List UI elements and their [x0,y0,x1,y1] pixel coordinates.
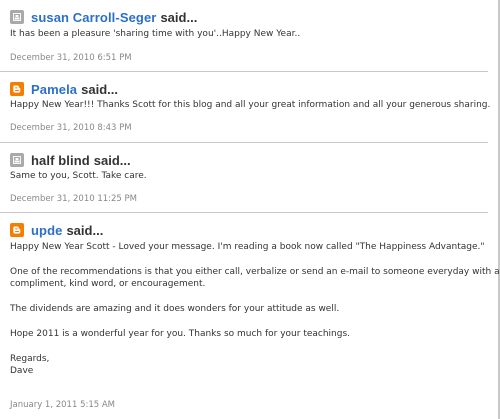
comment-author-link[interactable]: Pamela [31,82,77,97]
comment-author-link[interactable]: upde [31,223,62,238]
comment-text: Happy New Year!!! Thanks Scott for this … [10,100,491,110]
comment-body: Happy New Year Scott - Loved your messag… [10,241,500,377]
comment-text: Dave [10,366,34,376]
comment-text: Regards, [10,354,50,364]
comment-header: upde said... [10,221,103,239]
said-label: said... [93,152,131,168]
default-profile-icon [10,153,24,167]
blogger-icon [10,223,24,237]
comment-header: Pamela said... [10,80,118,98]
said-label: said... [66,222,104,238]
default-profile-icon [10,10,24,24]
comment-text: Same to you, Scott. Take care. [10,171,147,181]
said-label: said... [160,9,198,25]
comment-body: It has been a pleasure 'sharing time wit… [10,28,488,40]
comment-body: Same to you, Scott. Take care. [10,170,488,182]
comment-divider [0,71,488,72]
comment-timestamp[interactable]: December 31, 2010 11:25 PM [10,193,137,205]
comment-timestamp[interactable]: December 31, 2010 6:51 PM [10,52,132,64]
comment-text: compliment, kind word, or encouragement. [10,279,206,289]
comment-text: The dividends are amazing and it does wo… [10,304,340,314]
comment-timestamp[interactable]: December 31, 2010 8:43 PM [10,122,132,134]
blogger-icon [10,82,24,96]
comment-author-link[interactable]: susan Carroll-Seger [31,10,156,25]
comment-text: One of the recommendations is that you e… [10,267,500,277]
comment-text: Hope 2011 is a wonderful year for you. T… [10,329,351,339]
said-label: said... [81,81,118,97]
comment-divider [0,212,488,213]
comment-author: half blind [31,152,90,168]
comment-divider [0,142,488,143]
comment-header: half blind said... [10,151,131,169]
comment-header: susan Carroll-Seger said... [10,8,197,26]
comment-text: Happy New Year Scott - Loved your messag… [10,242,485,252]
comment-body: Happy New Year!!! Thanks Scott for this … [10,99,491,111]
comment-timestamp[interactable]: January 1, 2011 5:15 AM [10,399,115,411]
comment-text: It has been a pleasure 'sharing time wit… [10,29,301,39]
